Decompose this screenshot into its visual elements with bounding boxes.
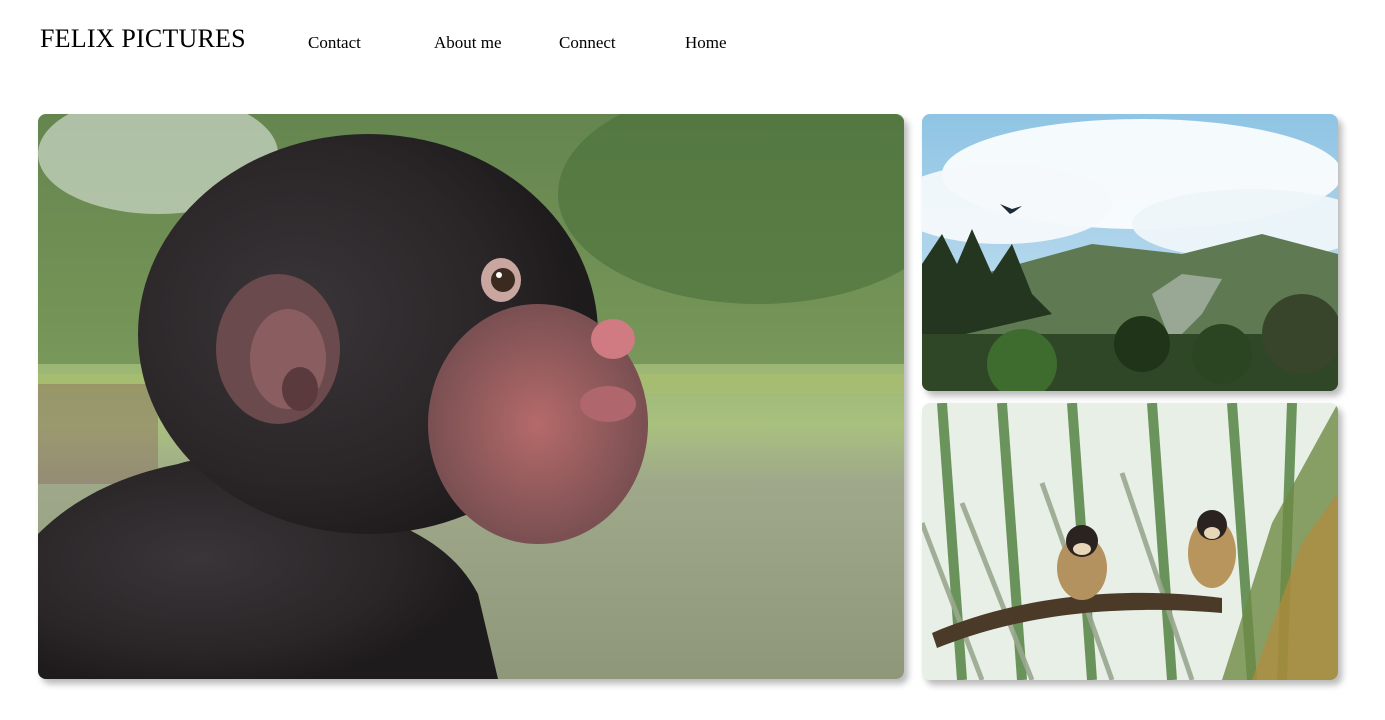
featured-photo[interactable] <box>38 114 904 679</box>
site-header: FELIX PICTURES Contact About me Connect … <box>0 0 1385 90</box>
monkey-closeup-image <box>38 114 904 679</box>
nav-contact[interactable]: Contact <box>308 33 361 53</box>
two-monkeys-image <box>922 403 1338 680</box>
mountain-valley-image <box>922 114 1338 391</box>
palm-monkeys-photo[interactable] <box>922 403 1338 680</box>
site-logo[interactable]: FELIX PICTURES <box>40 24 246 54</box>
valley-photo[interactable] <box>922 114 1338 391</box>
nav-about-me[interactable]: About me <box>434 33 502 53</box>
nav-connect[interactable]: Connect <box>559 33 616 53</box>
nav-home[interactable]: Home <box>685 33 727 53</box>
